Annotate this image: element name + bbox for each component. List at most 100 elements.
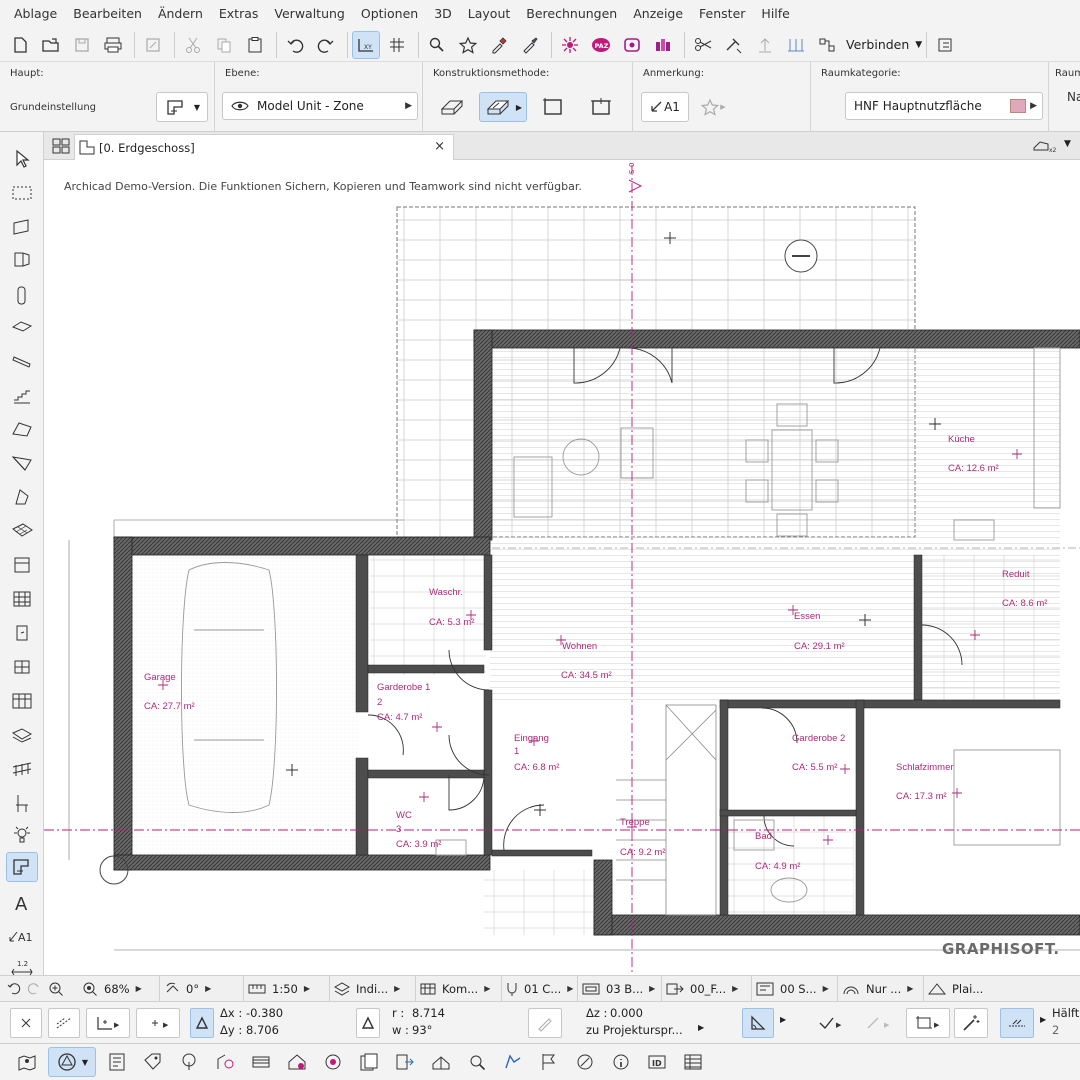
distribute-icon[interactable] [782, 31, 810, 59]
render-star-icon[interactable] [556, 31, 584, 59]
verbinden-label[interactable]: Verbinden [846, 37, 909, 52]
bim-tool-icon[interactable] [618, 31, 646, 59]
close-icon[interactable]: × [434, 139, 445, 154]
menu-extras[interactable]: Extras [211, 0, 267, 28]
view-options-icon[interactable]: x2 [1032, 138, 1062, 157]
menu-layout[interactable]: Layout [460, 0, 519, 28]
undo-view-icon[interactable] [6, 980, 22, 999]
chevron-down-icon[interactable]: ▼ [1064, 139, 1071, 149]
organizer-icon[interactable] [210, 1047, 240, 1077]
slab-tool-icon[interactable] [6, 312, 38, 342]
arrow-tool-icon[interactable] [6, 144, 38, 174]
text-tool-icon[interactable]: A [6, 888, 38, 918]
column-tool-icon[interactable] [6, 280, 38, 310]
layout-book-icon[interactable] [354, 1047, 384, 1077]
delta-toggle-icon[interactable] [190, 1008, 214, 1038]
window-tool-icon[interactable] [6, 550, 38, 580]
find-select-icon[interactable] [423, 31, 451, 59]
zoom-select[interactable]: 68% ▶ [78, 975, 160, 1002]
zone-settings-button[interactable]: ▼ [156, 92, 208, 122]
tab-erdgeschoss[interactable]: [0. Erdgeschoss] × [74, 134, 454, 160]
undo-icon[interactable] [281, 31, 309, 59]
menu-ablage[interactable]: Ablage [6, 0, 65, 28]
view-map-icon[interactable] [318, 1047, 348, 1077]
save-icon[interactable] [68, 31, 96, 59]
menu-optionen[interactable]: Optionen [353, 0, 426, 28]
copy-icon[interactable] [210, 31, 238, 59]
menu-verwaltung[interactable]: Verwaltung [266, 0, 352, 28]
paz-icon[interactable]: PAZ [587, 31, 615, 59]
snap-guide-icon[interactable] [1000, 1008, 1034, 1038]
menu-anzeige[interactable]: Anzeige [625, 0, 691, 28]
map-pin-icon[interactable] [12, 1047, 42, 1077]
elevation-lock-icon[interactable] [528, 1008, 562, 1038]
layer-combination-select[interactable]: Indi... ▶ [330, 975, 416, 1002]
bounding-box-icon[interactable]: ▶ [906, 1008, 950, 1038]
zone-tool-icon[interactable] [6, 852, 38, 882]
schedule-icon[interactable] [678, 1047, 708, 1077]
info-circle-icon[interactable] [570, 1047, 600, 1077]
model-view-select[interactable]: 01 C... ▶ [502, 975, 578, 1002]
curtain-wall-tool-icon[interactable] [6, 584, 38, 614]
curtain-panel-tool-icon[interactable] [6, 686, 38, 716]
house-palette-icon[interactable] [282, 1047, 312, 1077]
markup-icon[interactable] [498, 1047, 528, 1077]
w-value[interactable]: 93° [412, 1023, 432, 1037]
find-icon[interactable] [462, 1047, 492, 1077]
construction-inner-button[interactable]: ▶ [479, 92, 527, 122]
roof-tool-icon[interactable] [6, 414, 38, 444]
shell-tool-icon[interactable] [6, 448, 38, 478]
r-value[interactable]: 8.714 [412, 1006, 445, 1020]
zone-label-garderobe-1[interactable]: Garderobe 1 2 CA: 4.7 m² [377, 682, 430, 723]
adjust-icon[interactable] [720, 31, 748, 59]
angle-snap-icon[interactable] [742, 1008, 774, 1038]
sheet-icon[interactable] [102, 1047, 132, 1077]
dy-value[interactable]: 8.706 [246, 1023, 279, 1037]
scale-select[interactable]: 1:50 ▶ [244, 975, 330, 1002]
new-file-icon[interactable] [6, 31, 34, 59]
direction-icon[interactable]: ▶ [808, 1008, 852, 1038]
xy-plane-icon[interactable]: XY [352, 30, 380, 59]
zone-label-treppe[interactable]: Treppe CA: 9.2 m² [620, 817, 665, 858]
dz-value[interactable]: 0.000 [610, 1006, 643, 1020]
connect-icon[interactable] [813, 31, 841, 59]
trim-icon[interactable] [689, 31, 717, 59]
menu-berechnungen[interactable]: Berechnungen [518, 0, 625, 28]
publisher-icon[interactable] [390, 1047, 420, 1077]
renovation-filter-select[interactable]: 00_F... ▶ [662, 975, 752, 1002]
snap-point-icon[interactable]: ▶ [136, 1008, 180, 1038]
snap-cross-icon[interactable] [10, 1008, 42, 1038]
partial-structure-select[interactable]: Plai... [924, 976, 1004, 1002]
zone-label-schlafzimmer[interactable]: Schlafzimmer CA: 17.3 m² [896, 762, 954, 802]
favorite-label-button[interactable]: ▶ [695, 92, 731, 122]
tag-icon[interactable] [138, 1047, 168, 1077]
construction-manual-button[interactable] [435, 92, 471, 122]
pen-set-select[interactable]: Kom... ▶ [416, 975, 502, 1002]
structure-display-select[interactable]: 03 B... ▶ [578, 975, 662, 1002]
construction-rectangle-button[interactable] [535, 92, 571, 122]
dx-value[interactable]: -0.380 [246, 1006, 283, 1020]
design-option-button[interactable]: ▼ [48, 1047, 96, 1077]
publish-icon[interactable] [139, 31, 167, 59]
mesh-tool-icon[interactable] [6, 516, 38, 546]
magic-wand-icon[interactable] [954, 1008, 988, 1038]
construction-rotated-button[interactable] [583, 92, 619, 122]
menu-bearbeiten[interactable]: Bearbeiten [65, 0, 150, 28]
chevron-right-icon[interactable]: ▶ [780, 1015, 786, 1024]
cut-icon[interactable] [179, 31, 207, 59]
chair-object-tool-icon[interactable] [6, 788, 38, 818]
zone-label-eingang[interactable]: Eingang 1 CA: 6.8 m² [514, 733, 559, 773]
eyedropper-icon[interactable] [485, 31, 513, 59]
parallel-icon[interactable]: ▶ [856, 1008, 900, 1038]
chevron-down-icon[interactable]: ▼ [915, 40, 922, 50]
elevate-icon[interactable] [751, 31, 779, 59]
open-folder-icon[interactable] [37, 31, 65, 59]
marquee-tool-icon[interactable] [6, 178, 38, 208]
relative-construction-icon[interactable]: ▶ [86, 1008, 130, 1038]
id-icon[interactable]: ID [642, 1047, 672, 1077]
dimension-style-select[interactable]: 00 S... ▶ [752, 975, 838, 1002]
wall-tool-icon[interactable] [6, 212, 38, 242]
zone-category-select[interactable]: HNF Hauptnutzfläche ▶ [845, 92, 1043, 120]
flag-icon[interactable] [534, 1047, 564, 1077]
properties-icon[interactable] [606, 1047, 636, 1077]
